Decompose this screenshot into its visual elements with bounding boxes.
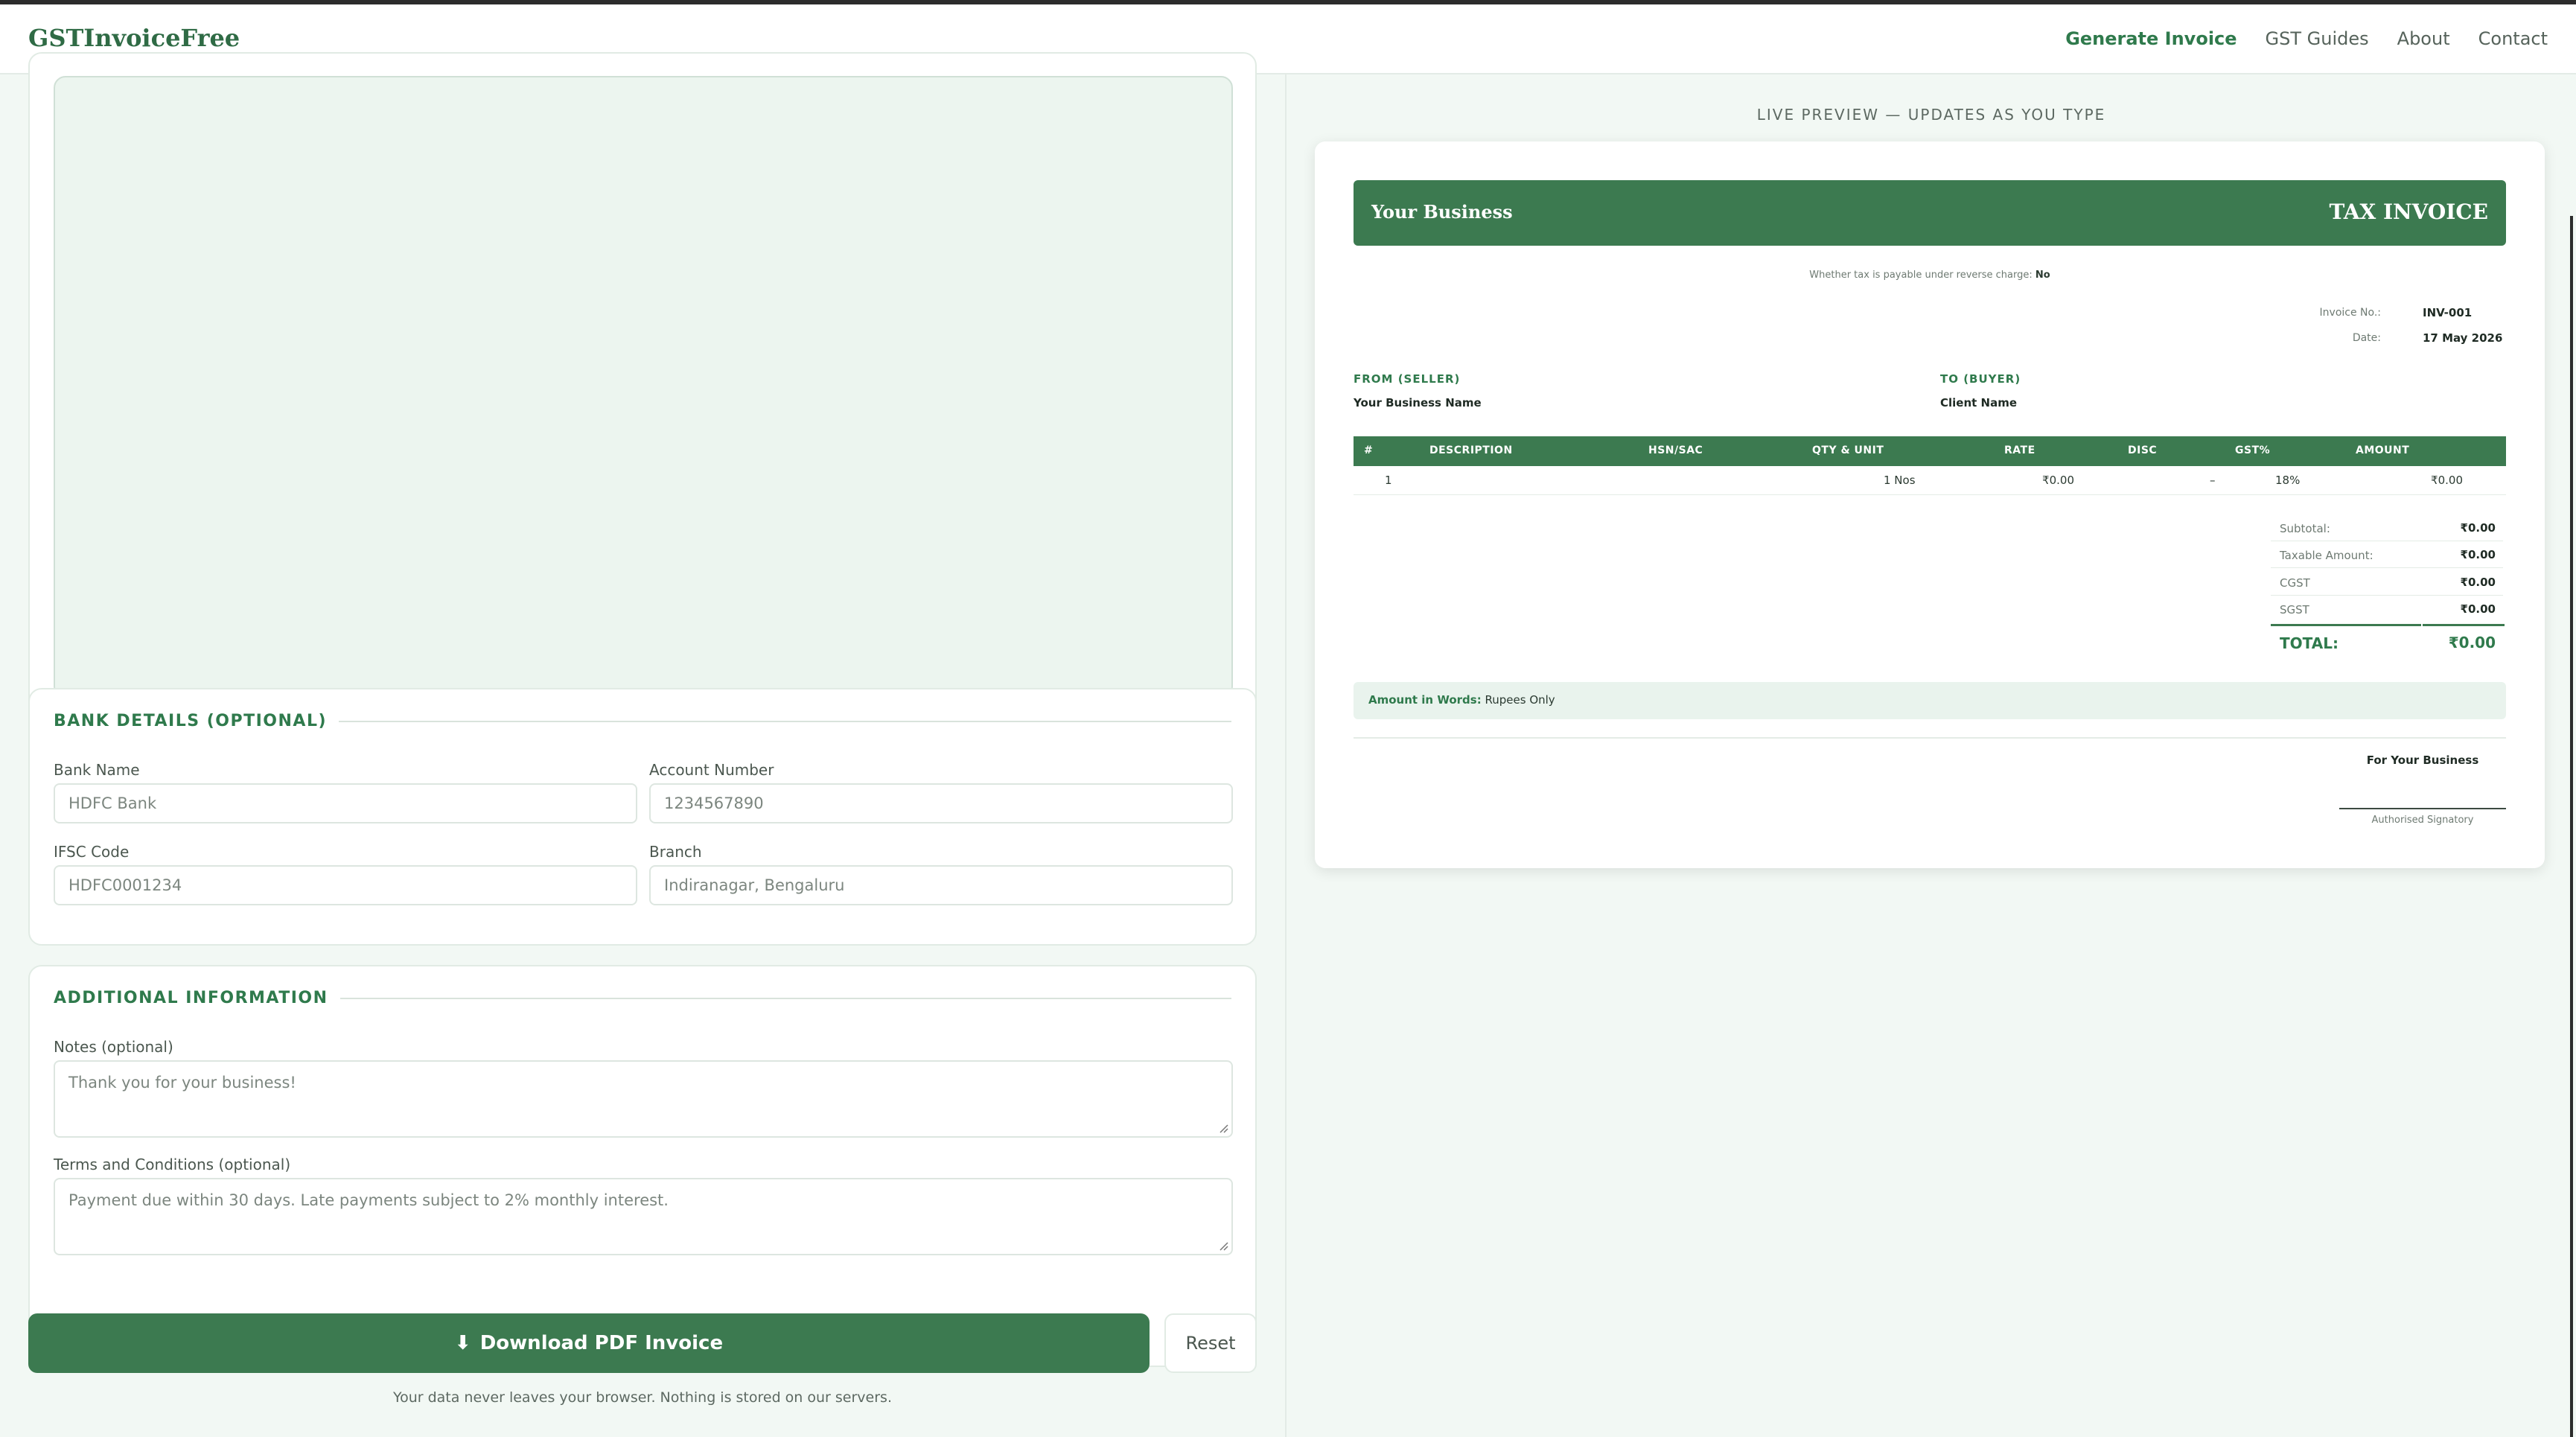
additional-section-heading: ADDITIONAL INFORMATION [54,989,1231,1007]
invoice-title: TAX INVOICE [2329,200,2488,224]
bank-name-label: Bank Name [54,761,140,779]
ifsc-input[interactable]: HDFC0001234 [54,865,637,905]
terms-label: Terms and Conditions (optional) [54,1156,291,1173]
col-hsn: HSN/SAC [1648,445,1703,456]
bank-section-heading: BANK DETAILS (OPTIONAL) [54,712,1231,730]
date-label: Date: [2352,332,2381,344]
notes-label: Notes (optional) [54,1038,173,1056]
download-icon: ⬇ [454,1332,471,1354]
bank-details-card: BANK DETAILS (OPTIONAL) Bank Name HDFC B… [28,688,1257,946]
download-pdf-button[interactable]: ⬇ Download PDF Invoice [28,1313,1150,1373]
items-table-header: # DESCRIPTION HSN/SAC QTY & UNIT RATE DI… [1354,436,2506,466]
row-rate: ₹0.00 [2042,474,2074,487]
ifsc-label: IFSC Code [54,843,130,861]
amount-in-words: Amount in Words: Rupees Only [1354,682,2506,719]
scrollbar-edge[interactable] [2570,216,2573,1437]
resize-grip-icon[interactable] [1218,1123,1228,1133]
section-rule [339,720,1231,722]
total-rule [2271,624,2421,626]
reset-button[interactable]: Reset [1164,1313,1257,1373]
col-description: DESCRIPTION [1429,445,1513,456]
branch-input[interactable]: Indiranagar, Bengaluru [649,865,1233,905]
taxable-label: Taxable Amount: [2280,549,2373,562]
invoice-no-value: INV-001 [2423,306,2473,319]
total-rule [2423,624,2505,626]
items-card [28,52,1257,743]
invoice-header-bar: Your Business TAX INVOICE [1354,180,2506,246]
additional-info-card: ADDITIONAL INFORMATION Notes (optional) … [28,965,1257,1367]
sgst-label: SGST [2280,603,2309,616]
authorised-signatory-label: Authorised Signatory [2371,815,2474,826]
notes-textarea[interactable]: Thank you for your business! [54,1060,1233,1138]
reverse-charge-value: No [2035,270,2050,281]
notes-placeholder: Thank you for your business! [68,1074,296,1092]
live-preview-label: LIVE PREVIEW — UPDATES AS YOU TYPE [1756,106,2106,124]
resize-grip-icon[interactable] [1218,1240,1228,1251]
col-qty-unit: QTY & UNIT [1812,445,1884,456]
privacy-note: Your data never leaves your browser. Not… [393,1389,892,1406]
invoice-no-label: Invoice No.: [2319,307,2381,319]
footer-divider [1354,737,2506,739]
bank-name-input[interactable]: HDFC Bank [54,783,637,823]
subtotal-value: ₹0.00 [2460,521,2496,535]
col-index: # [1364,445,1374,456]
reverse-charge-line: Whether tax is payable under reverse cha… [1809,270,2050,281]
nav-about[interactable]: About [2397,28,2450,49]
terms-textarea[interactable]: Payment due within 30 days. Late payment… [54,1178,1233,1255]
nav-generate-invoice[interactable]: Generate Invoice [2065,28,2237,49]
signature-upload-area[interactable] [54,76,1233,698]
row-amount: ₹0.00 [2431,474,2463,487]
account-number-input[interactable]: 1234567890 [649,783,1233,823]
col-disc: DISC [2128,445,2158,456]
main-nav: Generate Invoice GST Guides About Contac… [2065,28,2548,49]
total-label: TOTAL: [2280,634,2339,652]
row-divider [1354,494,2506,495]
totals-divider [2271,567,2503,568]
totals-divider [2271,595,2503,596]
signature-line [2339,808,2506,809]
col-gst: GST% [2235,445,2271,456]
row-disc: – [2210,474,2216,487]
nav-gst-guides[interactable]: GST Guides [2266,28,2369,49]
total-value: ₹0.00 [2448,634,2496,651]
cgst-label: CGST [2280,576,2310,590]
buyer-name: Client Name [1940,396,2018,410]
download-label: Download PDF Invoice [479,1332,724,1354]
sgst-value: ₹0.00 [2460,602,2496,616]
seller-name: Your Business Name [1354,396,1482,410]
for-business-label: For Your Business [2366,753,2479,767]
invoice-business-name: Your Business [1371,201,1513,223]
row-gst: 18% [2275,474,2301,487]
site-logo[interactable]: GSTInvoiceFree [28,24,240,52]
nav-contact[interactable]: Contact [2478,28,2548,49]
buyer-heading: TO (BUYER) [1940,372,2021,386]
row-qty-unit: 1 Nos [1884,474,1916,487]
col-amount: AMOUNT [2356,445,2410,456]
branch-label: Branch [649,843,702,861]
date-value: 17 May 2026 [2423,331,2503,345]
invoice-preview: Your Business TAX INVOICE Whether tax is… [1315,141,2545,868]
section-rule [339,997,1231,999]
taxable-value: ₹0.00 [2460,548,2496,561]
account-number-label: Account Number [649,761,774,779]
cgst-value: ₹0.00 [2460,576,2496,589]
terms-placeholder: Payment due within 30 days. Late payment… [68,1191,669,1209]
row-index: 1 [1385,474,1392,487]
col-rate: RATE [2004,445,2035,456]
seller-heading: FROM (SELLER) [1354,372,1461,386]
subtotal-label: Subtotal: [2280,522,2330,535]
invoice-form: BANK DETAILS (OPTIONAL) Bank Name HDFC B… [0,52,1285,1437]
column-divider [1285,74,1287,1437]
